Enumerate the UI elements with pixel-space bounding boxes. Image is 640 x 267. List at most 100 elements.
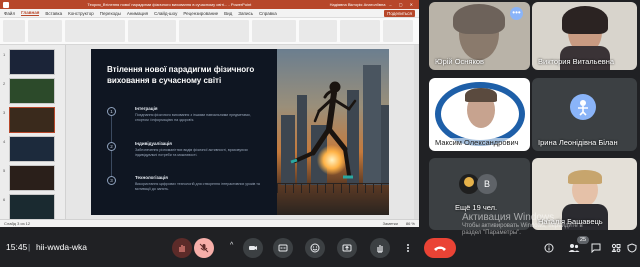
window-controls-icon[interactable]: – ▢ ✕	[389, 2, 416, 7]
ppt-menu-item-3[interactable]: Конструктор	[68, 11, 94, 16]
participant-tile-3[interactable]: Максим Олександрович	[429, 78, 530, 151]
participant-name-3: Максим Олександрович	[435, 138, 519, 147]
slide-thumbnail[interactable]: 3	[3, 107, 55, 133]
ppt-menu-item-9[interactable]: Запись	[238, 11, 253, 16]
present-icon	[342, 244, 352, 252]
activities-button[interactable]	[610, 242, 622, 254]
slide-thumbnails: 1234567	[0, 45, 66, 227]
shared-screen: Теория_Втілення нової парадигми фізичног…	[0, 0, 419, 227]
ppt-notes-button[interactable]: Заметки	[383, 221, 398, 226]
chat-button[interactable]	[590, 242, 602, 254]
meeting-clock: 15:45	[6, 242, 28, 252]
more-options-icon[interactable]: •••	[510, 7, 523, 20]
chat-icon	[591, 243, 601, 253]
timeline-text-2: Забезпечення різноманітних видів фізично…	[135, 148, 248, 157]
slide-thumbnail[interactable]: 5	[3, 165, 55, 191]
participant-name-4: Ірина Леонідівна Білан	[538, 138, 618, 147]
ppt-menu-item-10[interactable]: Справка	[259, 11, 277, 16]
hand-icon	[377, 245, 383, 253]
meet-window: Теория_Втілення нової парадигми фізичног…	[0, 0, 640, 267]
ppt-menu-bar: Файл Главная Вставка Конструктор Переходы Ани…	[0, 9, 419, 18]
slide-thumbnail-number: 3	[3, 110, 6, 115]
slide-thumbnail-number: 6	[3, 197, 6, 202]
ppt-menu-item-6[interactable]: Слайд-шоу	[154, 11, 177, 16]
ppt-menu-item-7[interactable]: Рецензирование	[183, 11, 218, 16]
ppt-zoom-level[interactable]: 86 %	[406, 221, 415, 226]
host-controls-icon	[627, 243, 637, 253]
hand-button[interactable]	[172, 238, 192, 258]
ppt-titlebar: Теория_Втілення нової парадигми фізичног…	[0, 0, 419, 9]
current-slide: Втілення нової парадигми фізичного вихов…	[91, 49, 389, 215]
timeline-text-3: Використання цифрових технологій для ств…	[135, 182, 260, 191]
ppt-menu-item-0[interactable]: Файл	[4, 11, 15, 16]
timeline-heading-1: Інтеграція	[135, 106, 158, 111]
participant-tile-4[interactable]: Ірина Леонідівна Білан	[532, 78, 637, 151]
participant-avatar-4	[570, 94, 596, 120]
participant-name-1: Юрій Осняков	[435, 57, 484, 66]
raise-hand-icon	[179, 245, 185, 252]
meeting-code: hii-wwda-wka	[36, 242, 88, 252]
participant-tile-2[interactable]: Виктория Витальевна	[532, 2, 637, 70]
others-avatar-photo	[459, 174, 479, 194]
timeline-dot-2: 2	[107, 142, 116, 151]
emoji-button[interactable]	[305, 238, 325, 258]
captions-icon	[278, 244, 288, 252]
timeline-text-1: Поєднання фізичного виховання з іншими н…	[135, 113, 251, 122]
participants-count-badge: 25	[577, 236, 589, 244]
slide-thumbnail-number: 5	[3, 168, 6, 173]
ppt-status-slide: Слайд 3 из 12	[4, 221, 31, 226]
mic-off-icon	[199, 243, 209, 253]
watermark-line-1: Активация Windows	[462, 212, 555, 223]
ppt-menu-item-5[interactable]: Анимация	[127, 11, 148, 16]
timeline-heading-2: Індивідуалізація	[135, 141, 172, 146]
slide-title: Втілення нової парадигми фізичного вихов…	[107, 65, 255, 85]
slide-thumbnail[interactable]: 4	[3, 136, 55, 162]
slide-thumbnail-number: 1	[3, 52, 6, 57]
runner-image	[277, 49, 389, 215]
slide-thumbnail-number: 2	[3, 81, 6, 86]
timeline-dot-1: 1	[107, 107, 116, 116]
end-call-button[interactable]	[424, 238, 456, 258]
ppt-user-name: Надіявна Вікторія Анатоліївна	[329, 2, 386, 7]
ppt-statusbar: Слайд 3 из 12 Заметки 86 %	[0, 219, 419, 227]
raise-hand-button[interactable]	[370, 238, 390, 258]
ppt-doc-title: Теория_Втілення нової парадигми фізичног…	[87, 2, 252, 7]
meet-control-bar: 15:45 | hii-wwda-wka ^ 25	[0, 234, 640, 267]
others-count: Ещё 19 чел.	[455, 203, 498, 212]
watermark-line-2: Чтобы активировать Windows, перейдите в	[462, 223, 583, 229]
emoji-icon	[310, 243, 320, 253]
participant-tile-1[interactable]: ••• Юрій Осняков	[429, 2, 530, 70]
ppt-scrollbar[interactable]	[414, 45, 419, 219]
ppt-menu-item-1[interactable]: Главная	[21, 10, 40, 16]
more-vert-icon	[407, 244, 409, 252]
activities-icon	[611, 243, 621, 253]
host-controls-button[interactable]	[626, 242, 638, 254]
slide-thumbnail[interactable]: 2	[3, 78, 55, 104]
more-options-button[interactable]	[398, 238, 418, 258]
people-icon	[568, 244, 580, 252]
call-end-icon	[434, 246, 446, 251]
info-icon	[544, 243, 554, 253]
ppt-share-button[interactable]: Поделиться	[384, 9, 415, 17]
mic-button[interactable]	[194, 238, 214, 258]
slide-thumbnail[interactable]: 6	[3, 194, 55, 220]
camera-icon	[249, 246, 257, 250]
slide-thumbnail-number: 4	[3, 139, 6, 144]
ppt-app-icon	[3, 1, 9, 8]
present-button[interactable]	[337, 238, 357, 258]
slide-thumbnail[interactable]: 1	[3, 49, 55, 75]
camera-button[interactable]	[243, 238, 263, 258]
mic-options-chevron-icon[interactable]: ^	[230, 242, 233, 249]
timeline-heading-3: Технологізація	[135, 175, 168, 180]
ppt-menu-item-2[interactable]: Вставка	[45, 11, 62, 16]
info-button[interactable]	[543, 242, 555, 254]
participant-name-2: Виктория Витальевна	[538, 57, 615, 66]
timeline-dot-3: 3	[107, 176, 116, 185]
captions-button[interactable]	[273, 238, 293, 258]
runner-silhouette	[290, 81, 357, 179]
ppt-ribbon	[0, 18, 419, 45]
ppt-menu-item-8[interactable]: Вид	[224, 11, 232, 16]
people-button[interactable]	[568, 242, 580, 254]
slide-text-panel: Втілення нової парадигми фізичного вихов…	[91, 49, 277, 215]
ppt-menu-item-4[interactable]: Переходы	[100, 11, 121, 16]
